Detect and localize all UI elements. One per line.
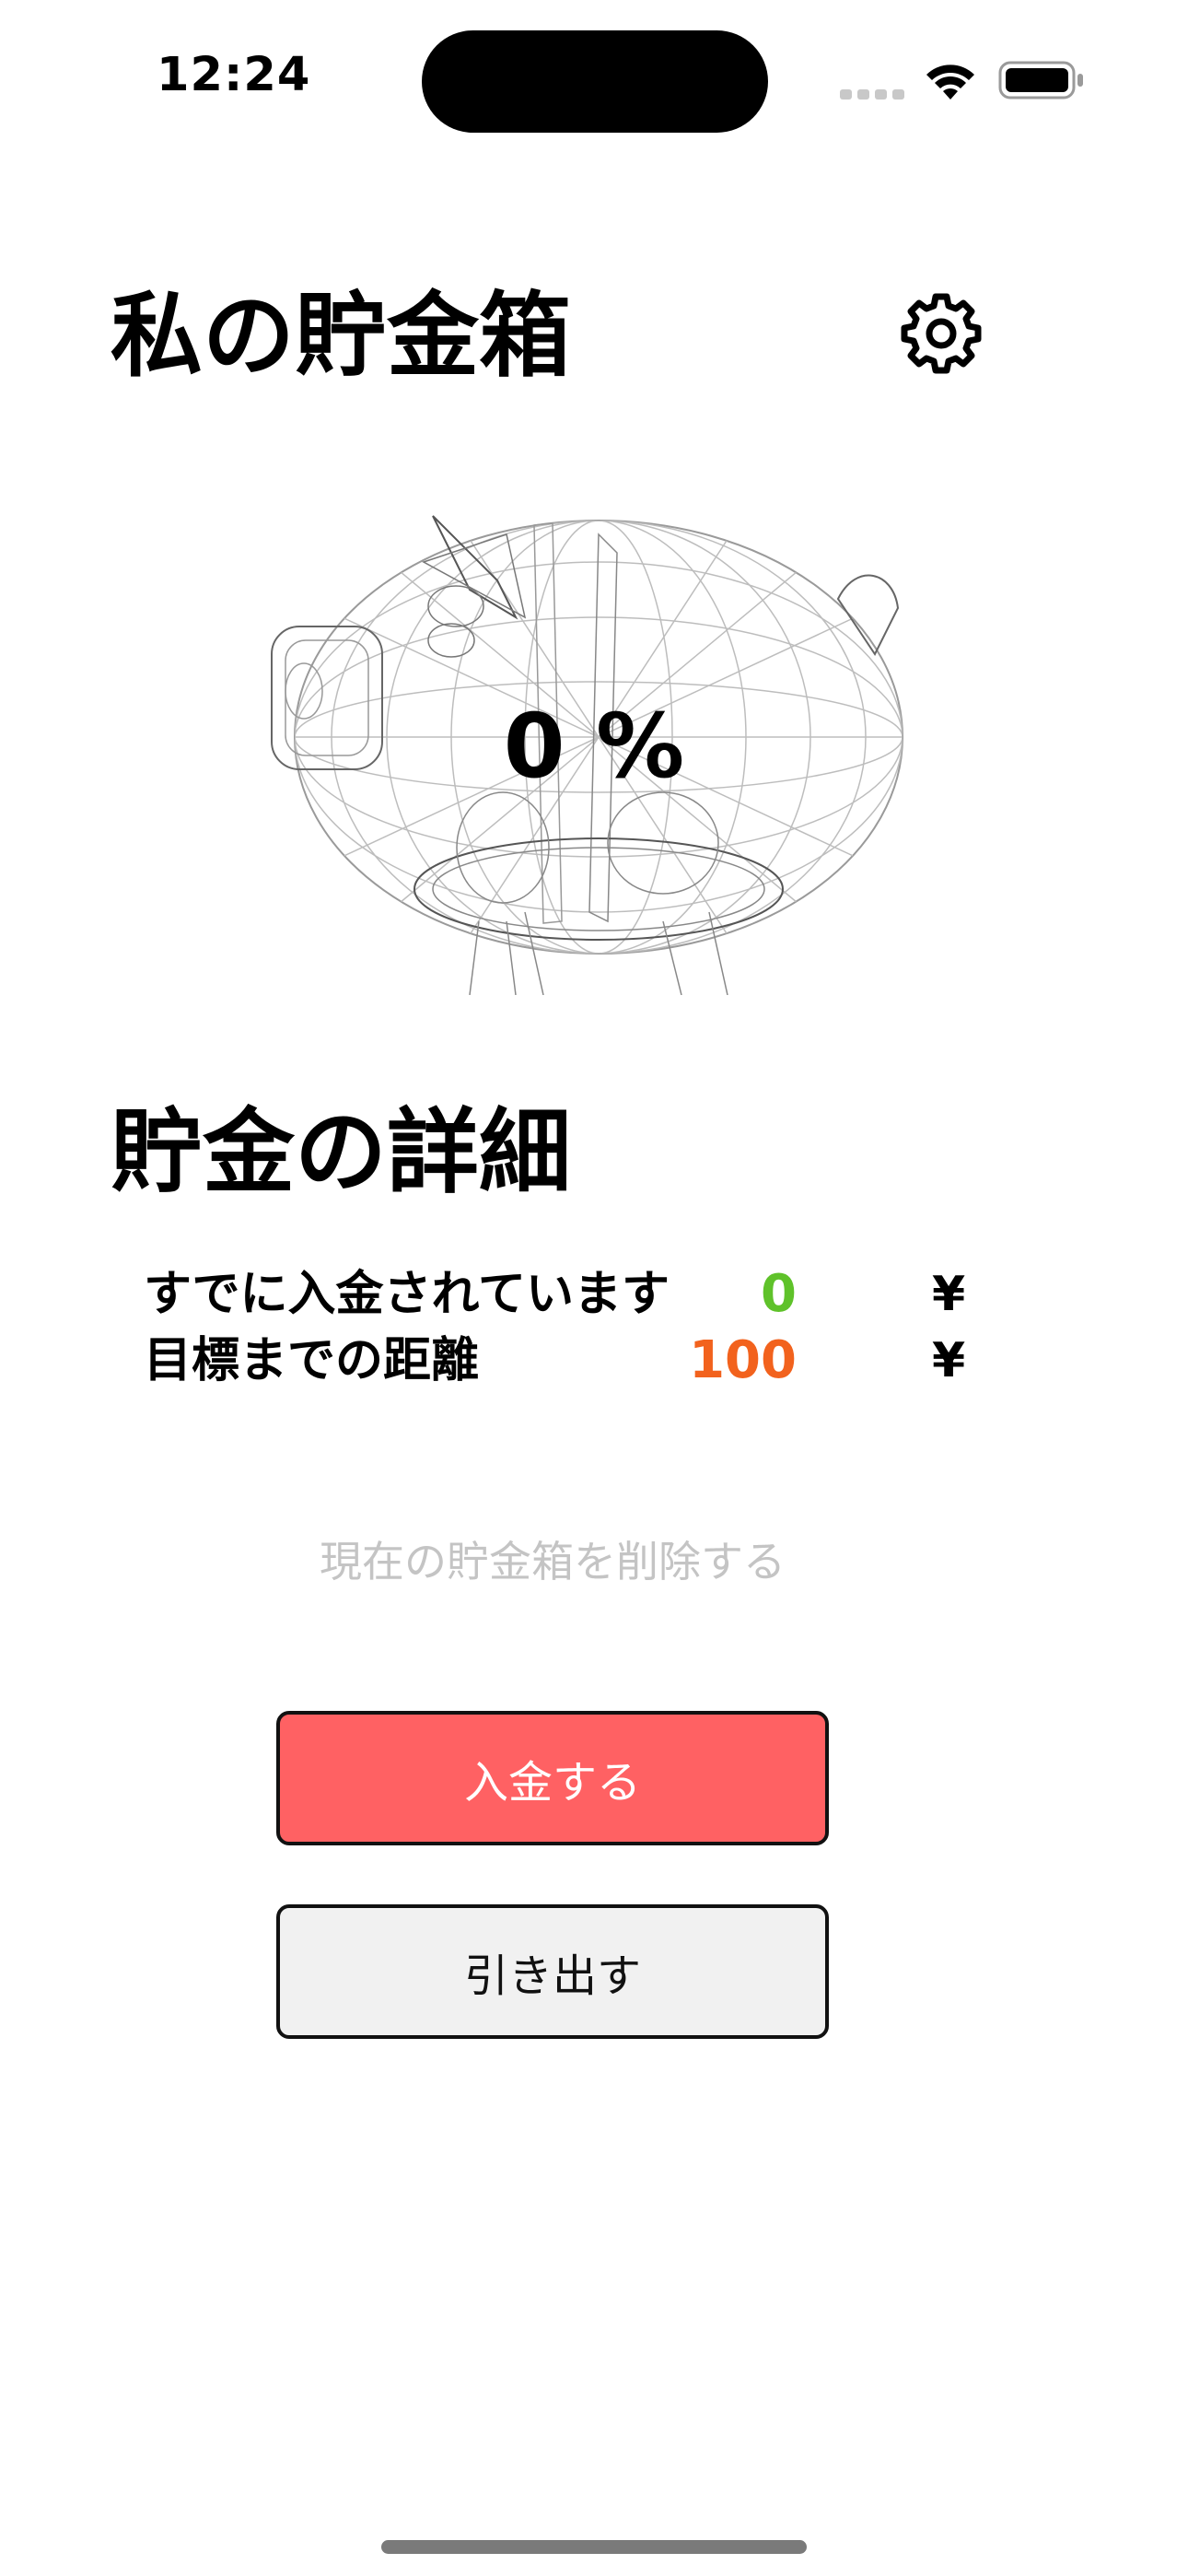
settings-button[interactable]: [895, 287, 987, 380]
delete-piggy-bank-link[interactable]: 現在の貯金箱を削除する: [276, 1529, 829, 1594]
battery-icon: [998, 61, 1083, 100]
deposited-value: 0: [761, 1264, 797, 1324]
withdraw-button[interactable]: 引き出す: [276, 1904, 829, 2039]
details-section-title: 貯金の詳細: [111, 1098, 571, 1206]
signal-icon: [840, 87, 904, 100]
wifi-icon: [926, 64, 974, 100]
remaining-value: 100: [689, 1330, 797, 1390]
deposit-button[interactable]: 入金する: [276, 1711, 829, 1845]
remaining-currency: ¥: [932, 1333, 966, 1388]
deposited-label: すでに入金されています: [144, 1267, 670, 1322]
deposit-button-label: 入金する: [463, 1757, 641, 1809]
dynamic-island: [422, 30, 768, 133]
home-indicator[interactable]: [381, 2540, 807, 2554]
deposited-currency: ¥: [932, 1267, 966, 1322]
status-time: 12:24: [157, 48, 311, 102]
remaining-label: 目標までの距離: [144, 1333, 480, 1388]
gear-icon: [901, 293, 982, 374]
savings-progress-percent: 0 %: [503, 695, 685, 798]
withdraw-button-label: 引き出す: [463, 1950, 641, 2002]
page-title: 私の貯金箱: [111, 282, 571, 390]
